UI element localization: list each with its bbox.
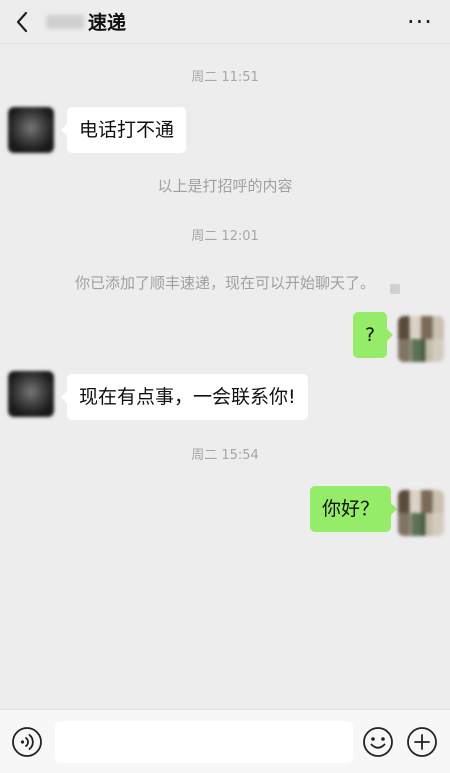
chat-area[interactable]: 周二 11:51 电话打不通 以上是打招呼的内容 周二 12:01 你已添加了顺… xyxy=(0,44,450,709)
incoming-message[interactable]: 现在有点事，一会联系你! xyxy=(61,374,308,420)
my-avatar[interactable] xyxy=(398,316,444,362)
contact-avatar[interactable] xyxy=(8,371,54,417)
chat-title-area: 速递 xyxy=(46,8,126,35)
chat-header: 速递 ··· xyxy=(0,0,450,44)
voice-icon xyxy=(12,727,42,757)
back-button[interactable] xyxy=(0,0,44,44)
message-input[interactable] xyxy=(55,721,353,763)
emoji-icon xyxy=(363,727,393,757)
chat-title: 速递 xyxy=(88,12,127,34)
timestamp: 周二 15:54 xyxy=(191,448,259,463)
plus-icon xyxy=(407,727,437,757)
timestamp: 周二 11:51 xyxy=(191,70,259,85)
outgoing-message[interactable]: ? xyxy=(353,312,394,358)
contact-avatar[interactable] xyxy=(8,107,54,153)
blurred-mark xyxy=(390,284,400,294)
outgoing-message[interactable]: 你好？ xyxy=(310,486,398,532)
chevron-left-icon xyxy=(16,11,28,32)
more-options-button[interactable]: ··· xyxy=(398,0,442,44)
system-message: 以上是打招呼的内容 xyxy=(157,177,293,195)
input-bar xyxy=(0,709,450,773)
more-icon: ··· xyxy=(407,8,433,36)
my-avatar[interactable] xyxy=(398,490,444,536)
blurred-contact-name xyxy=(46,14,84,29)
system-message: 你已添加了顺丰速递，现在可以开始聊天了。 xyxy=(74,274,375,292)
emoji-button[interactable] xyxy=(362,726,394,758)
incoming-message[interactable]: 电话打不通 xyxy=(60,107,187,153)
timestamp: 周二 12:01 xyxy=(191,229,259,244)
voice-button[interactable] xyxy=(11,726,43,758)
more-actions-button[interactable] xyxy=(406,726,438,758)
